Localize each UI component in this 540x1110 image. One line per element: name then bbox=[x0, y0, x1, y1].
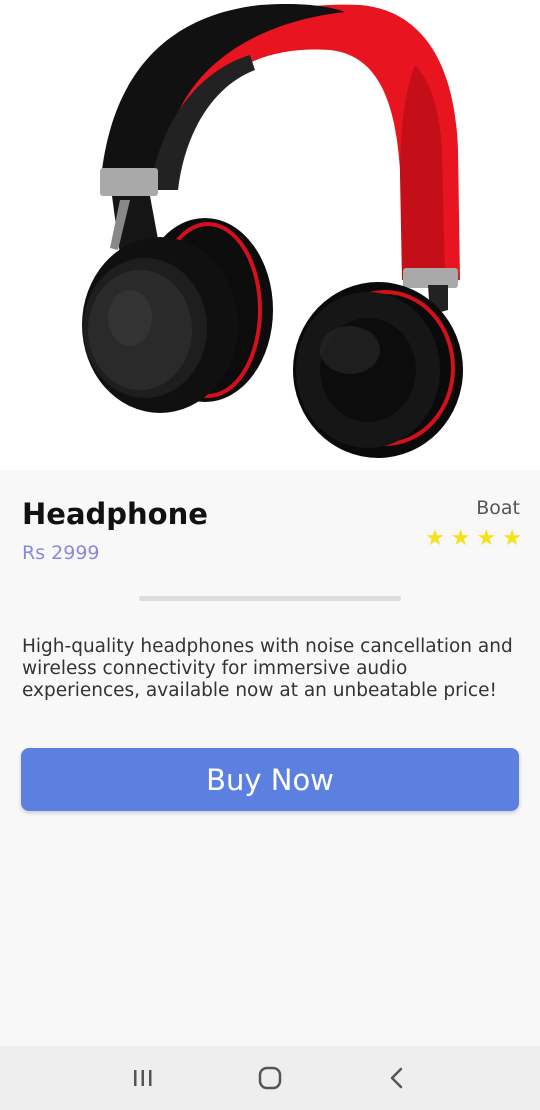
nav-back-button[interactable] bbox=[367, 1053, 427, 1103]
product-description: High-quality headphones with noise cance… bbox=[22, 636, 513, 701]
system-nav-bar bbox=[0, 1046, 540, 1110]
star-icon: ★ bbox=[476, 526, 497, 551]
product-brand: Boat bbox=[476, 497, 520, 519]
status-bar: 3:50 ◉ ▣ ✕ ≈ ▲ 100% ▮ bbox=[0, 0, 540, 36]
home-button[interactable] bbox=[240, 1053, 300, 1103]
divider bbox=[139, 596, 401, 601]
favorite-button[interactable] bbox=[476, 408, 520, 448]
status-left: 3:50 ◉ ▣ bbox=[22, 9, 95, 27]
rating-stars: ★ ★ ★ ★ bbox=[425, 526, 522, 552]
chevron-left-icon bbox=[29, 41, 43, 67]
status-time: 3:50 bbox=[22, 9, 56, 27]
image-icon: ▣ bbox=[83, 10, 96, 26]
recents-button[interactable] bbox=[113, 1053, 173, 1103]
home-icon bbox=[258, 1066, 282, 1090]
product-title: Headphone bbox=[22, 497, 208, 531]
star-icon: ★ bbox=[450, 526, 471, 551]
star-icon: ★ bbox=[502, 526, 522, 551]
wifi-icon: ≈ bbox=[423, 10, 434, 26]
recents-icon bbox=[134, 1070, 152, 1086]
product-price: Rs 2999 bbox=[22, 542, 100, 564]
battery-icon: ▮ bbox=[510, 10, 518, 26]
signal-icon: ▲ bbox=[441, 10, 452, 26]
mute-icon: ✕ bbox=[404, 10, 416, 26]
product-image-area bbox=[0, 0, 540, 470]
status-right: ✕ ≈ ▲ 100% ▮ bbox=[404, 9, 518, 27]
buy-now-button[interactable]: Buy Now bbox=[21, 748, 519, 811]
star-icon: ★ bbox=[425, 526, 445, 551]
heart-icon bbox=[480, 411, 516, 444]
chat-icon: ◉ bbox=[63, 10, 76, 26]
back-icon bbox=[390, 1067, 402, 1089]
headphone-image bbox=[82, 3, 463, 458]
status-battery: 100% bbox=[459, 9, 503, 27]
back-button[interactable] bbox=[20, 34, 52, 74]
